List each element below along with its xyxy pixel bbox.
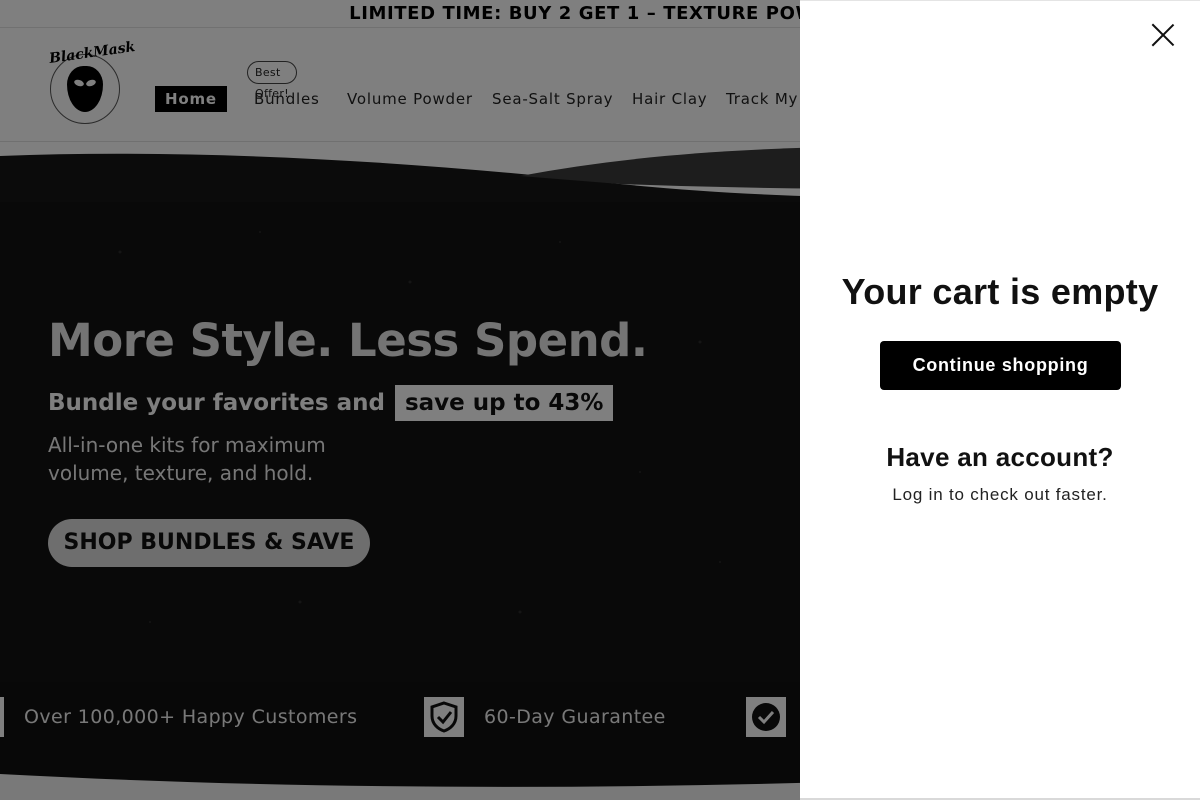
- login-link[interactable]: Log in: [892, 485, 943, 504]
- continue-shopping-button[interactable]: Continue shopping: [880, 341, 1121, 390]
- login-suffix: to check out faster.: [943, 485, 1108, 504]
- cart-drawer: Your cart is empty Continue shopping Hav…: [800, 0, 1200, 800]
- account-title: Have an account?: [886, 442, 1114, 472]
- cart-empty-title: Your cart is empty: [841, 271, 1159, 312]
- account-login-text: Log in to check out faster.: [800, 485, 1200, 505]
- close-icon[interactable]: [1148, 19, 1178, 49]
